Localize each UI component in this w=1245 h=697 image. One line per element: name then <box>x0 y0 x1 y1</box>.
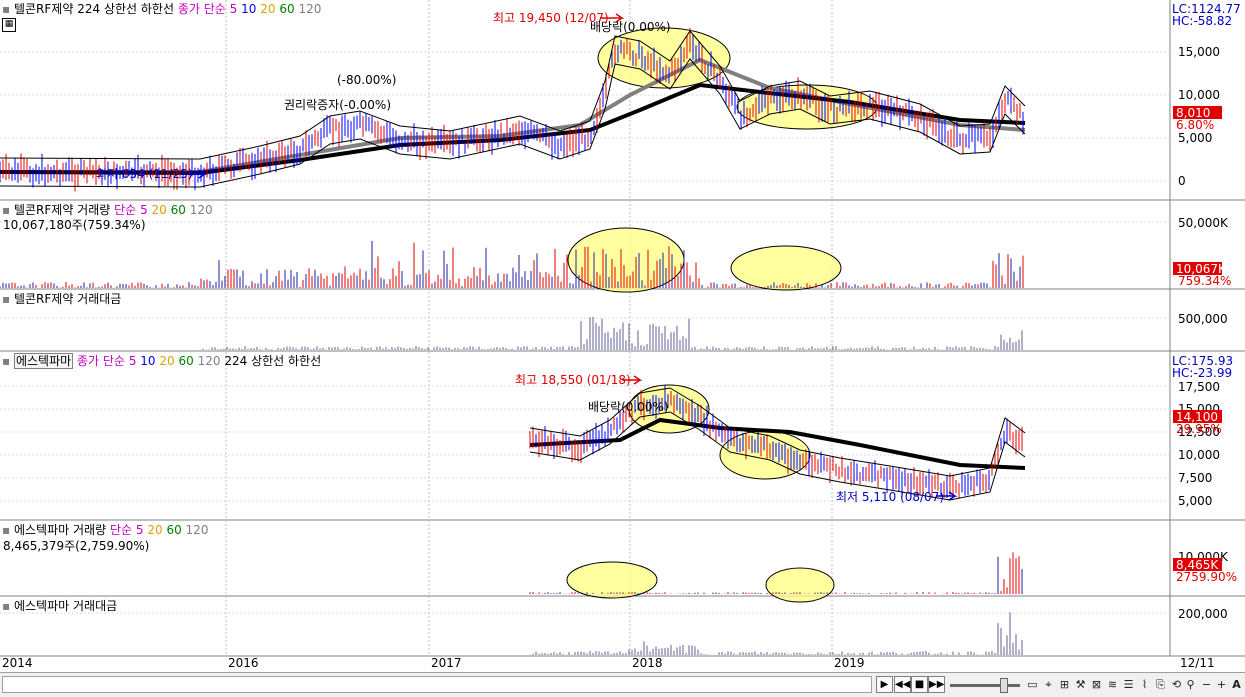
p5-ma-5: 5 <box>135 523 144 537</box>
stack-icon[interactable]: ≋ <box>1104 677 1121 693</box>
layers-icon[interactable]: ☰ <box>1120 677 1137 693</box>
p2-ma-5: 5 <box>140 203 148 217</box>
p1-ytick-10000: 10,000 <box>1178 88 1220 102</box>
font-icon[interactable]: A <box>1228 677 1245 693</box>
p4-high-note: 최고 18,550 (01/18) <box>515 373 631 387</box>
p5-ma-20: 20 <box>147 523 163 537</box>
p4-ma-20: 20 <box>159 354 175 368</box>
p4-dividend-note: 배당락(0.00%) <box>588 400 669 414</box>
p2-current-pct: 759.34% <box>1178 274 1232 288</box>
chart-icon[interactable]: ⌇ <box>1136 677 1153 693</box>
stop-icon[interactable]: ■ <box>911 676 928 693</box>
search-icon[interactable]: ⚲ <box>1182 677 1199 693</box>
x-label-2018: 2018 <box>632 656 663 670</box>
p6-ytick: 200,000 <box>1178 607 1228 621</box>
p4-ytick-17500: 17,500 <box>1178 380 1220 394</box>
p4-title[interactable]: 에스텍파마 <box>13 353 74 369</box>
p1-ma-5: 5 <box>229 2 238 16</box>
p4-ytick-10000: 10,000 <box>1178 448 1220 462</box>
p4-ytick-5000: 5,000 <box>1178 494 1213 508</box>
p5-ma-60: 60 <box>166 523 182 537</box>
p4-ma-5: 5 <box>128 354 137 368</box>
x-label-2019: 2019 <box>834 656 865 670</box>
x-label-2017: 2017 <box>431 656 462 670</box>
p4-legend-224: 224 <box>224 354 248 368</box>
p6-header: ▪ 에스텍파마 거래대금 <box>2 599 118 613</box>
p2-ma-20: 20 <box>151 203 167 217</box>
p2-ma-60: 60 <box>170 203 186 217</box>
p3-ytick: 500,000 <box>1178 312 1228 326</box>
p4-low-note: 최저 5,110 (08/07) <box>836 490 945 504</box>
link-icon[interactable]: ⎘ <box>1152 677 1169 693</box>
p2-ma-label: 단순 <box>114 203 137 217</box>
p4-price-pct: 29.95% <box>1176 422 1222 436</box>
p6-title[interactable]: 에스텍파마 거래대금 <box>14 599 117 613</box>
p2-ma-120: 120 <box>189 203 213 217</box>
p1-rights-note: 권리락증자(-0.00%) <box>284 98 392 112</box>
p2-title[interactable]: 텔콘RF제약 거래량 <box>14 203 110 217</box>
p4-ma-10: 10 <box>140 354 156 368</box>
p5-current-pct: 2759.90% <box>1176 570 1238 584</box>
p2-header: ▪ 텔콘RF제약 거래량 단순 5 20 60 120 <box>2 203 213 217</box>
p1-ytick-0: 0 <box>1178 174 1186 188</box>
p3-title[interactable]: 텔콘RF제약 거래대금 <box>14 292 121 306</box>
p1-ma-10: 10 <box>241 2 257 16</box>
zoom-slider[interactable] <box>950 684 1020 687</box>
horizontal-scrollbar[interactable] <box>2 676 872 693</box>
p1-ma-120: 120 <box>298 2 322 16</box>
p1-legend-upper: 상한선 <box>103 2 138 16</box>
first-icon[interactable]: ◀◀ <box>894 676 911 693</box>
p5-title[interactable]: 에스텍파마 거래량 <box>14 523 106 537</box>
p1-rights-note2: (-80.00%) <box>337 73 397 87</box>
draw-tool-icon[interactable]: ▭ <box>1024 677 1041 693</box>
x-label-2014: 2014 <box>2 656 33 670</box>
p2-ytick: 50,000K <box>1178 216 1228 230</box>
x-date: 12/11 <box>1180 656 1215 670</box>
p4-ma-label: 종가 단순 <box>77 354 125 368</box>
p4-ytick-7500: 7,500 <box>1178 471 1213 485</box>
chart-area[interactable] <box>0 0 1245 672</box>
p1-ytick-5000: 5,000 <box>1178 131 1213 145</box>
p1-legend-lower: 하한선 <box>140 2 175 16</box>
p2-volume: 10,067,180주(759.34%) <box>3 218 146 232</box>
p1-ma-60: 60 <box>279 2 295 16</box>
ruler-icon[interactable]: ⚒ <box>1072 677 1089 693</box>
p4-hc: HC:-23.99 <box>1172 366 1233 380</box>
grid-icon[interactable]: ⊠ <box>1088 677 1105 693</box>
p5-volume: 8,465,379주(2,759.90%) <box>3 539 150 553</box>
p1-legend-224: 224 <box>77 2 101 16</box>
tools-icon[interactable]: ⊞ <box>1056 677 1073 693</box>
bottom-toolbar: ▶ ◀◀ ■ ▶▶ ▭ ⌖ ⊞ ⚒ ⊠ ≋ ☰ ⌇ ⎘ ⟲ ⚲ − + A <box>0 672 1245 697</box>
p5-ma-label: 단순 <box>109 523 133 537</box>
p1-dividend-note: 배당락(0.00%) <box>590 20 671 34</box>
x-label-2016: 2016 <box>228 656 259 670</box>
scroll-left-icon[interactable]: ▶ <box>876 676 893 693</box>
p1-price-pct: 6.80% <box>1176 118 1215 132</box>
zoom-slider-knob[interactable] <box>1000 678 1008 693</box>
next-icon[interactable]: ▶▶ <box>928 676 945 693</box>
p1-header: ▪ 텔콘RF제약 224 상한선 하한선 종가 단순 5 10 20 60 12… <box>2 2 322 16</box>
p1-title[interactable]: 텔콘RF제약 <box>14 2 73 16</box>
charts-svg[interactable] <box>0 0 1245 672</box>
p3-header: ▪ 텔콘RF제약 거래대금 <box>2 292 122 306</box>
p4-legend-upper: 상한선 <box>251 354 285 368</box>
p4-ma-60: 60 <box>178 354 194 368</box>
p4-legend-lower: 하한선 <box>288 354 322 368</box>
p1-ma-20: 20 <box>260 2 276 16</box>
table-icon[interactable]: ▦ <box>2 18 16 32</box>
p5-header: ▪ 에스텍파마 거래량 단순 5 20 60 120 <box>2 523 209 537</box>
p1-low-note: 최저 654 (11/25) <box>96 167 193 181</box>
p4-ma-120: 120 <box>197 354 221 368</box>
p4-header: ▪ 에스텍파마 종가 단순 5 10 20 60 120 224 상한선 하한선 <box>2 353 322 369</box>
p1-ytick-15000: 15,000 <box>1178 45 1220 59</box>
p1-ma-label: 종가 단순 <box>177 2 226 16</box>
crosshair-icon[interactable]: ⌖ <box>1040 677 1057 693</box>
p1-hc: HC:-58.82 <box>1172 14 1233 28</box>
p5-ma-120: 120 <box>185 523 209 537</box>
